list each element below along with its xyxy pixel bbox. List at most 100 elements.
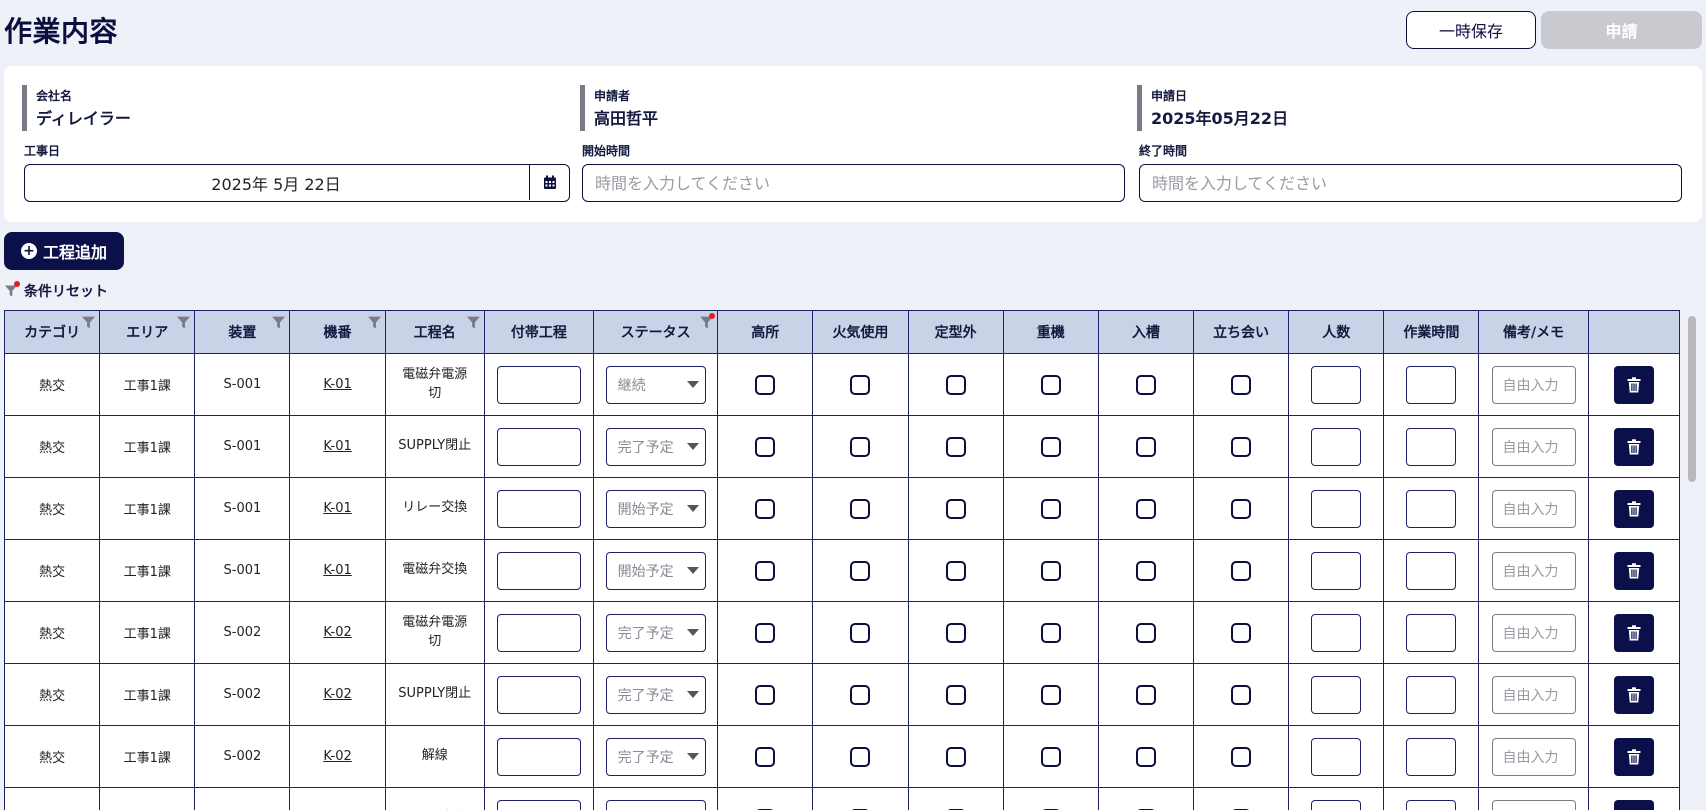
memo-input[interactable]: 自由入力 [1491, 799, 1576, 810]
machine-no-link[interactable]: K-01 [323, 501, 351, 516]
tank-entry-checkbox[interactable] [1135, 436, 1156, 457]
fire-use-checkbox[interactable] [850, 374, 871, 395]
work-time-input[interactable] [1406, 489, 1457, 528]
witness-checkbox[interactable] [1231, 374, 1252, 395]
non-standard-checkbox[interactable] [945, 622, 966, 643]
column-filter-icon[interactable] [81, 315, 96, 330]
end-time-input[interactable] [1139, 164, 1682, 202]
column-filter-icon[interactable] [176, 315, 191, 330]
people-input[interactable] [1311, 489, 1362, 528]
people-input[interactable] [1311, 427, 1362, 466]
temp-save-button[interactable]: 一時保存 [1406, 11, 1536, 49]
heavy-machine-checkbox[interactable] [1040, 622, 1061, 643]
column-filter-icon[interactable] [699, 313, 716, 330]
work-date-field[interactable]: 2025年 5月 22日 [24, 164, 570, 202]
delete-button[interactable] [1613, 675, 1654, 714]
work-time-input[interactable] [1406, 613, 1457, 652]
non-standard-checkbox[interactable] [945, 436, 966, 457]
sub-process-input[interactable] [496, 675, 581, 714]
tank-entry-checkbox[interactable] [1135, 622, 1156, 643]
machine-no-link[interactable]: K-01 [323, 439, 351, 454]
people-input[interactable] [1311, 551, 1362, 590]
tank-entry-checkbox[interactable] [1135, 560, 1156, 581]
high-place-checkbox[interactable] [755, 498, 776, 519]
heavy-machine-checkbox[interactable] [1040, 498, 1061, 519]
machine-no-link[interactable]: K-01 [323, 377, 351, 392]
delete-button[interactable] [1613, 427, 1654, 466]
high-place-checkbox[interactable] [755, 746, 776, 767]
work-time-input[interactable] [1406, 427, 1457, 466]
memo-input[interactable]: 自由入力 [1491, 737, 1576, 776]
tank-entry-checkbox[interactable] [1135, 746, 1156, 767]
memo-input[interactable]: 自由入力 [1491, 551, 1576, 590]
table-scrollbar[interactable] [1686, 314, 1698, 810]
delete-button[interactable] [1613, 551, 1654, 590]
heavy-machine-checkbox[interactable] [1040, 560, 1061, 581]
memo-input[interactable]: 自由入力 [1491, 489, 1576, 528]
machine-no-link[interactable]: K-01 [323, 563, 351, 578]
sub-process-input[interactable] [496, 613, 581, 652]
memo-input[interactable]: 自由入力 [1491, 675, 1576, 714]
people-input[interactable] [1311, 365, 1362, 404]
work-time-input[interactable] [1406, 799, 1457, 810]
start-time-input[interactable] [582, 164, 1125, 202]
non-standard-checkbox[interactable] [945, 684, 966, 705]
status-select[interactable]: 完了予定 [605, 613, 706, 652]
column-filter-icon[interactable] [367, 315, 382, 330]
witness-checkbox[interactable] [1231, 622, 1252, 643]
work-date-value[interactable]: 2025年 5月 22日 [25, 165, 527, 200]
add-process-button[interactable]: + 工程追加 [4, 232, 124, 270]
delete-button[interactable] [1613, 613, 1654, 652]
witness-checkbox[interactable] [1231, 498, 1252, 519]
column-filter-icon[interactable] [466, 315, 481, 330]
fire-use-checkbox[interactable] [850, 684, 871, 705]
people-input[interactable] [1311, 675, 1362, 714]
work-time-input[interactable] [1406, 551, 1457, 590]
sub-process-input[interactable] [496, 489, 581, 528]
status-select[interactable]: 開始予定 [605, 551, 706, 590]
status-select[interactable]: 完了予定 [605, 675, 706, 714]
work-time-input[interactable] [1406, 675, 1457, 714]
delete-button[interactable] [1613, 489, 1654, 528]
witness-checkbox[interactable] [1231, 684, 1252, 705]
status-select[interactable]: 完了予定 [605, 427, 706, 466]
fire-use-checkbox[interactable] [850, 746, 871, 767]
tank-entry-checkbox[interactable] [1135, 374, 1156, 395]
delete-button[interactable] [1613, 365, 1654, 404]
memo-input[interactable]: 自由入力 [1491, 365, 1576, 404]
sub-process-input[interactable] [496, 427, 581, 466]
scrollbar-thumb[interactable] [1688, 316, 1696, 482]
high-place-checkbox[interactable] [755, 374, 776, 395]
fire-use-checkbox[interactable] [850, 436, 871, 457]
heavy-machine-checkbox[interactable] [1040, 684, 1061, 705]
non-standard-checkbox[interactable] [945, 498, 966, 519]
fire-use-checkbox[interactable] [850, 622, 871, 643]
witness-checkbox[interactable] [1231, 436, 1252, 457]
heavy-machine-checkbox[interactable] [1040, 374, 1061, 395]
machine-no-link[interactable]: K-02 [323, 749, 351, 764]
non-standard-checkbox[interactable] [945, 374, 966, 395]
status-select[interactable]: 継続 [605, 365, 706, 404]
witness-checkbox[interactable] [1231, 560, 1252, 581]
apply-button[interactable]: 申請 [1541, 11, 1702, 49]
sub-process-input[interactable] [496, 737, 581, 776]
machine-no-link[interactable]: K-02 [323, 687, 351, 702]
tank-entry-checkbox[interactable] [1135, 684, 1156, 705]
status-select[interactable]: 完了予定 [605, 737, 706, 776]
high-place-checkbox[interactable] [755, 436, 776, 457]
sub-process-input[interactable] [496, 365, 581, 404]
status-select[interactable]: 開始予定 [605, 489, 706, 528]
sub-process-input[interactable] [496, 551, 581, 590]
witness-checkbox[interactable] [1231, 746, 1252, 767]
work-time-input[interactable] [1406, 365, 1457, 404]
memo-input[interactable]: 自由入力 [1491, 427, 1576, 466]
people-input[interactable] [1311, 737, 1362, 776]
high-place-checkbox[interactable] [755, 622, 776, 643]
delete-button[interactable] [1613, 737, 1654, 776]
people-input[interactable] [1311, 613, 1362, 652]
non-standard-checkbox[interactable] [945, 746, 966, 767]
work-time-input[interactable] [1406, 737, 1457, 776]
machine-no-link[interactable]: K-02 [323, 625, 351, 640]
high-place-checkbox[interactable] [755, 684, 776, 705]
heavy-machine-checkbox[interactable] [1040, 436, 1061, 457]
